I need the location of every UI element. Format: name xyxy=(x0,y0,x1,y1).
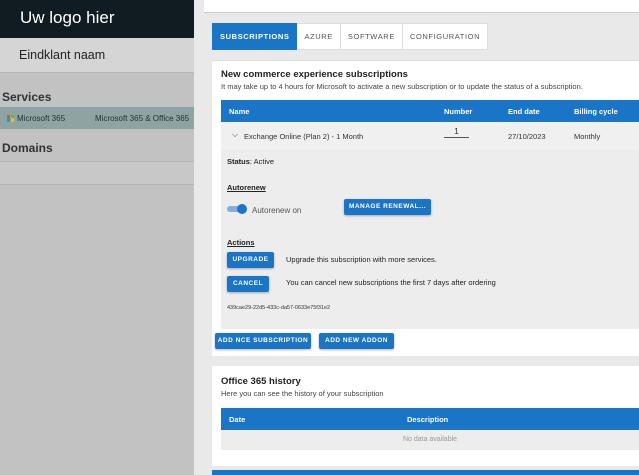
end-date: 27/10/2023 xyxy=(508,132,546,141)
autorenew-label: Autorenew on xyxy=(252,206,302,215)
logo: Uw logo hier xyxy=(0,0,194,38)
tab-bar: SUBSCRIPTIONS AZURE SOFTWARE CONFIGURATI… xyxy=(212,23,489,50)
customer-name[interactable]: Eindklant naam xyxy=(0,38,194,73)
cancel-text: You can cancel new subscriptions the fir… xyxy=(286,278,496,287)
col-date[interactable]: Date xyxy=(229,415,245,424)
history-subtitle: Here you can see the history of your sub… xyxy=(221,389,384,398)
main-content: SUBSCRIPTIONS AZURE SOFTWARE CONFIGURATI… xyxy=(194,0,639,475)
domain-list-item[interactable] xyxy=(0,161,194,185)
tab-azure[interactable]: AZURE xyxy=(297,23,341,50)
upgrade-button[interactable]: UPGRADE xyxy=(227,252,274,268)
table-row[interactable]: ⌵ Exchange Online (Plan 2) - 1 Month 1 2… xyxy=(221,122,639,149)
subscription-details: Status: Active Autorenew Autorenew on MA… xyxy=(221,149,639,329)
sidebar-item-microsoft-365[interactable]: Microsoft 365 Microsoft 365 & Office 365 xyxy=(0,107,194,129)
toggle-knob xyxy=(237,204,247,214)
nce-subtitle: It may take up to 4 hours for Microsoft … xyxy=(221,82,583,91)
add-nce-subscription-button[interactable]: ADD NCE SUBSCRIPTION xyxy=(215,333,311,349)
manage-renewal-button[interactable]: MANAGE RENEWAL... xyxy=(344,199,431,215)
nce-title: New commerce experience subscriptions xyxy=(221,69,408,80)
col-number[interactable]: Number xyxy=(444,107,472,116)
top-card xyxy=(204,0,639,13)
subscription-id: 439cae29-22d5-433c-da57-0633e75f31e2 xyxy=(227,305,331,311)
autorenew-heading: Autorenew xyxy=(227,183,266,192)
col-name[interactable]: Name xyxy=(229,107,249,116)
autorenew-toggle[interactable] xyxy=(227,204,247,214)
domains-heading: Domains xyxy=(2,141,53,155)
history-empty-row: No data available xyxy=(221,430,639,450)
microsoft-logo-icon xyxy=(7,114,14,122)
status-label: Status xyxy=(227,157,250,166)
upgrade-text: Upgrade this subscription with more serv… xyxy=(286,255,437,264)
subscription-name: Exchange Online (Plan 2) - 1 Month xyxy=(244,132,364,141)
next-card-header xyxy=(212,470,639,475)
history-table-header: Date Description xyxy=(221,408,639,430)
status-value: : Active xyxy=(249,157,275,166)
nce-subscriptions-card: New commerce experience subscriptions It… xyxy=(212,60,639,356)
cancel-button[interactable]: CANCEL xyxy=(227,276,269,292)
tab-subscriptions[interactable]: SUBSCRIPTIONS xyxy=(212,23,298,50)
services-heading: Services xyxy=(2,90,52,104)
col-description[interactable]: Description xyxy=(407,415,448,424)
tab-configuration[interactable]: CONFIGURATION xyxy=(402,23,489,50)
office365-history-card: Office 365 history Here you can see the … xyxy=(212,366,639,466)
col-billing-cycle[interactable]: Billing cycle xyxy=(574,107,618,116)
col-end-date[interactable]: End date xyxy=(508,107,540,116)
billing-cycle: Monthly xyxy=(574,132,601,141)
actions-heading: Actions xyxy=(227,238,255,247)
service-name: Microsoft 365 xyxy=(17,113,66,123)
history-title: Office 365 history xyxy=(221,376,301,387)
service-type: Microsoft 365 & Office 365 xyxy=(95,113,190,123)
tab-software[interactable]: SOFTWARE xyxy=(340,23,403,50)
quantity-field[interactable]: 1 xyxy=(444,126,469,138)
add-new-addon-button[interactable]: ADD NEW ADDON xyxy=(319,333,394,349)
status-line: Status: Active xyxy=(227,157,274,166)
sidebar: Uw logo hier Eindklant naam Services Mic… xyxy=(0,0,194,475)
chevron-down-icon[interactable]: ⌵ xyxy=(232,130,238,140)
subscriptions-table-header: Name Number End date Billing cycle xyxy=(221,100,639,122)
